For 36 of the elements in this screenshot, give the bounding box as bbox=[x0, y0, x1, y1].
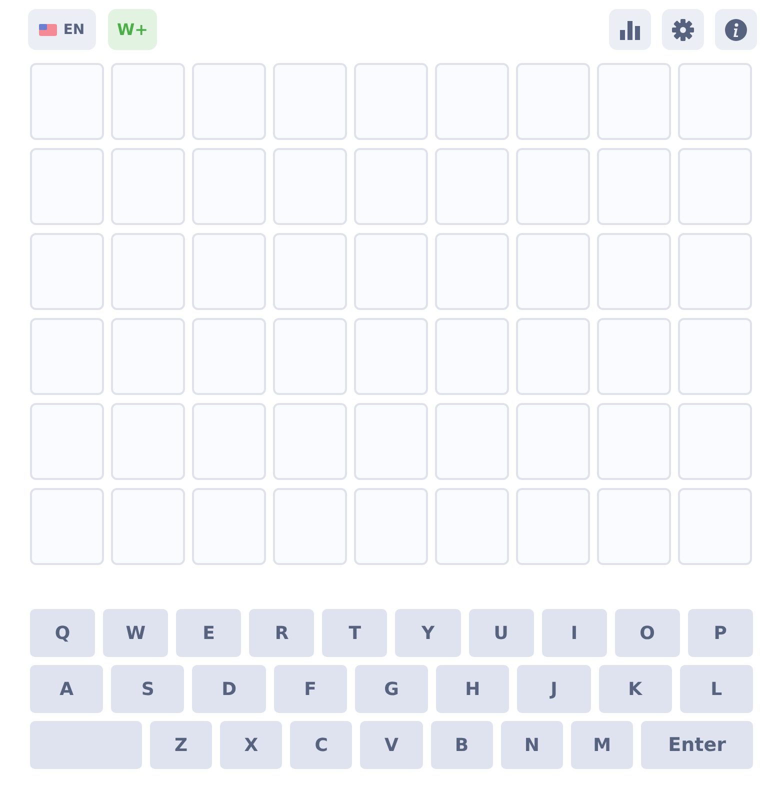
settings-icon bbox=[672, 18, 694, 40]
letter-key[interactable]: J bbox=[517, 665, 591, 713]
letter-key[interactable]: P bbox=[688, 609, 753, 657]
info-icon bbox=[725, 18, 747, 40]
letter-key[interactable]: Q bbox=[30, 609, 96, 657]
letter-key[interactable]: V bbox=[360, 721, 423, 769]
letter-key[interactable]: H bbox=[436, 665, 510, 713]
letter-key[interactable]: A bbox=[30, 665, 104, 713]
letter-key[interactable]: R bbox=[249, 609, 314, 657]
letter-key[interactable]: C bbox=[290, 721, 352, 769]
letter-key[interactable]: M bbox=[570, 721, 634, 769]
bar-chart-icon bbox=[619, 20, 641, 40]
letter-key[interactable]: D bbox=[192, 665, 266, 713]
settings-button[interactable] bbox=[662, 9, 704, 50]
letter-key[interactable]: E bbox=[176, 609, 242, 657]
letter-key[interactable]: W bbox=[103, 609, 168, 657]
statistics-button[interactable] bbox=[609, 9, 651, 50]
flag-icon bbox=[39, 24, 58, 36]
letter-key[interactable]: T bbox=[322, 609, 388, 657]
language-button[interactable]: EN bbox=[28, 9, 96, 50]
info-button[interactable] bbox=[715, 9, 757, 50]
letter-key[interactable]: B bbox=[430, 721, 493, 769]
plus-button[interactable]: W+ bbox=[108, 9, 157, 50]
letter-key[interactable]: N bbox=[500, 721, 563, 769]
letter-key[interactable]: O bbox=[614, 609, 680, 657]
letter-key[interactable]: F bbox=[274, 665, 347, 713]
letter-key[interactable]: S bbox=[111, 665, 184, 713]
letter-key[interactable]: L bbox=[680, 665, 753, 713]
letter-key[interactable]: U bbox=[468, 609, 534, 657]
enter-key[interactable]: Enter bbox=[641, 721, 754, 769]
letter-key[interactable]: K bbox=[598, 665, 672, 713]
letter-key[interactable]: Y bbox=[395, 609, 461, 657]
letter-key[interactable]: X bbox=[220, 721, 282, 769]
letter-key[interactable]: G bbox=[354, 665, 428, 713]
letter-key[interactable]: I bbox=[542, 609, 607, 657]
letter-key[interactable]: Z bbox=[150, 721, 212, 769]
